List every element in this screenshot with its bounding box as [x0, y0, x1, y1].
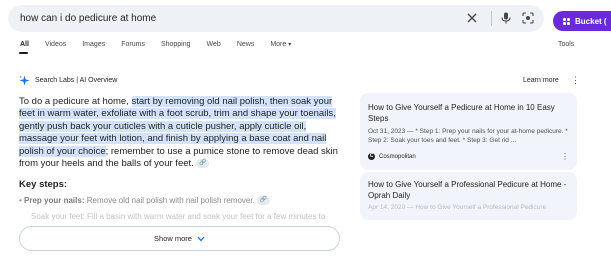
search-tabs: All Videos Images Forums Shopping Web Ne…	[20, 41, 291, 53]
tab-videos[interactable]: Videos	[45, 41, 66, 53]
link-icon[interactable]: 🔗	[196, 159, 210, 169]
source-title[interactable]: How to Give Yourself a Professional Pedi…	[368, 179, 573, 201]
tab-more-label: More	[270, 41, 287, 48]
key-steps-heading: Key steps:	[19, 179, 68, 190]
lens-icon[interactable]	[521, 11, 535, 25]
list-item: • Prep your nails: Remove old nail polis…	[19, 196, 271, 206]
search-input[interactable]: how can i do pedicure at home	[20, 13, 156, 24]
bucket-label: Bucket (	[575, 16, 607, 26]
link-icon[interactable]: 🔗	[257, 196, 271, 206]
ai-overview-title: Search Labs | AI Overview	[35, 77, 118, 84]
show-more-button[interactable]: Show more	[19, 226, 340, 251]
show-more-label: Show more	[154, 234, 192, 243]
chevron-down-icon	[197, 236, 205, 241]
ai-overview-header: Search Labs | AI Overview	[19, 75, 117, 86]
source-snippet-text: — How to Give Yourself a Professional Pe…	[405, 204, 547, 211]
clear-icon[interactable]	[465, 11, 479, 25]
caret-down-icon: ▾	[288, 42, 292, 48]
ai-sparkle-icon	[19, 75, 30, 86]
source-snippet: Oct 31, 2023 — * Step 1: Prep your nails…	[368, 127, 573, 145]
source-date: Oct 31, 2023	[368, 128, 406, 135]
tools-button[interactable]: Tools	[558, 41, 574, 48]
tab-web[interactable]: Web	[207, 41, 221, 53]
list-item-faded: Soak your feet: Fill a basin with warm w…	[31, 212, 326, 221]
source-card[interactable]: How to Give Yourself a Professional Pedi…	[360, 172, 577, 220]
source-card[interactable]: How to Give Yourself a Pedicure at Home …	[360, 93, 577, 170]
source-title[interactable]: How to Give Yourself a Pedicure at Home …	[368, 102, 573, 124]
more-options-icon[interactable]: ⋮	[561, 152, 569, 161]
source-site: C Cosmopolitan	[368, 153, 416, 160]
active-tab-indicator	[19, 52, 28, 54]
tab-news[interactable]: News	[237, 41, 255, 53]
ai-overview-summary: To do a pedicure at home, start by remov…	[19, 96, 339, 170]
source-name: Cosmopolitan	[379, 153, 416, 160]
search-divider	[491, 11, 492, 26]
search-bar[interactable]: how can i do pedicure at home	[8, 5, 544, 32]
source-snippet: Apr 14, 2020 — How to Give Yourself a Pr…	[368, 203, 573, 212]
tab-more[interactable]: More ▾	[270, 41, 291, 53]
learn-more-link[interactable]: Learn more	[523, 77, 559, 84]
tab-shopping[interactable]: Shopping	[161, 41, 191, 53]
bucket-button[interactable]: Bucket (	[553, 11, 611, 31]
step1-text: Remove old nail polish with nail polish …	[84, 196, 255, 205]
grid-icon	[563, 17, 570, 25]
step1-label: Prep your nails:	[24, 196, 85, 205]
microphone-icon[interactable]	[499, 11, 513, 25]
tab-forums[interactable]: Forums	[121, 41, 145, 53]
summary-lead: To do a pedicure at home,	[19, 96, 132, 107]
more-options-icon[interactable]: ⋮	[571, 76, 580, 85]
tab-images[interactable]: Images	[82, 41, 105, 53]
source-date: Apr 14, 2020	[368, 204, 406, 211]
cosmopolitan-logo-icon: C	[368, 153, 375, 160]
